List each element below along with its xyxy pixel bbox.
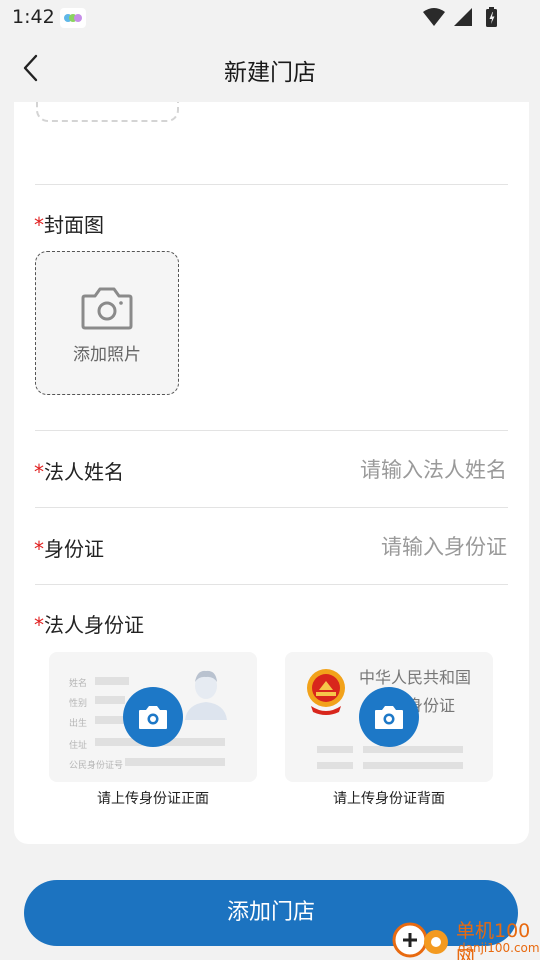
store-form: *封面图 添加照片 *法人姓名 请输入法人姓名 *身份证 请输入身份证 *法人身… bbox=[14, 102, 529, 844]
id-field-gender: 性别 bbox=[69, 699, 88, 709]
page-title: 新建门店 bbox=[224, 60, 316, 86]
placeholder-bar bbox=[95, 696, 125, 704]
divider bbox=[35, 507, 508, 508]
camera-icon bbox=[81, 287, 133, 330]
watermark-url: danji100.com bbox=[458, 941, 540, 955]
legal-id-label-text: 法人身份证 bbox=[44, 613, 144, 637]
id-back-upload[interactable]: 中华人民共和国 居民身份证 bbox=[285, 652, 493, 782]
cover-label-text: 封面图 bbox=[44, 213, 104, 237]
nav-bar: 新建门店 bbox=[0, 36, 540, 102]
id-number-label-text: 身份证 bbox=[44, 537, 104, 561]
upload-camera-button[interactable] bbox=[359, 687, 419, 747]
required-mark: * bbox=[34, 460, 44, 484]
previous-upload-box[interactable] bbox=[36, 102, 179, 122]
upload-camera-button[interactable] bbox=[123, 687, 183, 747]
divider bbox=[35, 584, 508, 585]
placeholder-bar bbox=[363, 762, 463, 769]
placeholder-bar bbox=[125, 758, 225, 766]
required-mark: * bbox=[34, 537, 44, 561]
portrait-icon bbox=[185, 670, 227, 720]
id-number-label: *身份证 bbox=[34, 533, 104, 562]
placeholder-bar bbox=[95, 677, 129, 685]
id-field-number: 公民身份证号 bbox=[69, 761, 124, 771]
status-bar: 1:42 bbox=[0, 0, 540, 36]
cover-upload-box[interactable] bbox=[35, 251, 179, 395]
watermark-logo-icon bbox=[392, 922, 448, 958]
id-front-caption: 请上传身份证正面 bbox=[97, 791, 209, 807]
id-field-name: 姓名 bbox=[69, 679, 88, 689]
divider bbox=[35, 430, 508, 431]
camera-icon bbox=[375, 706, 403, 729]
required-mark: * bbox=[34, 213, 44, 237]
battery-icon bbox=[486, 7, 497, 27]
placeholder-bar bbox=[363, 746, 463, 753]
watermark: 单机100网 danji100.com bbox=[388, 916, 540, 960]
divider bbox=[35, 184, 508, 185]
legal-name-input[interactable]: 请输入法人姓名 bbox=[247, 454, 507, 484]
id-back-caption: 请上传身份证背面 bbox=[333, 791, 445, 807]
placeholder-bar bbox=[317, 762, 353, 769]
legal-name-label: *法人姓名 bbox=[34, 456, 124, 485]
wifi-icon bbox=[423, 8, 445, 26]
app-notification-icon bbox=[60, 8, 86, 28]
placeholder-bar bbox=[317, 746, 353, 753]
status-time: 1:42 bbox=[12, 6, 55, 28]
legal-id-label: *法人身份证 bbox=[34, 609, 144, 638]
required-mark: * bbox=[34, 613, 44, 637]
add-photo-label: 添加照片 bbox=[73, 345, 141, 365]
signal-icon bbox=[454, 8, 472, 26]
id-field-address: 住址 bbox=[69, 741, 88, 751]
id-number-input[interactable]: 请输入身份证 bbox=[247, 531, 507, 561]
id-back-title-line1: 中华人民共和国 bbox=[359, 668, 472, 687]
status-icons bbox=[423, 7, 497, 27]
id-field-birth: 出生 bbox=[69, 719, 88, 729]
id-front-upload[interactable]: 姓名 性别 出生 住址 公民身份证号 bbox=[49, 652, 257, 782]
cover-label: *封面图 bbox=[34, 209, 104, 238]
national-emblem-icon bbox=[307, 669, 345, 715]
legal-name-label-text: 法人姓名 bbox=[44, 460, 124, 484]
camera-icon bbox=[139, 706, 167, 729]
